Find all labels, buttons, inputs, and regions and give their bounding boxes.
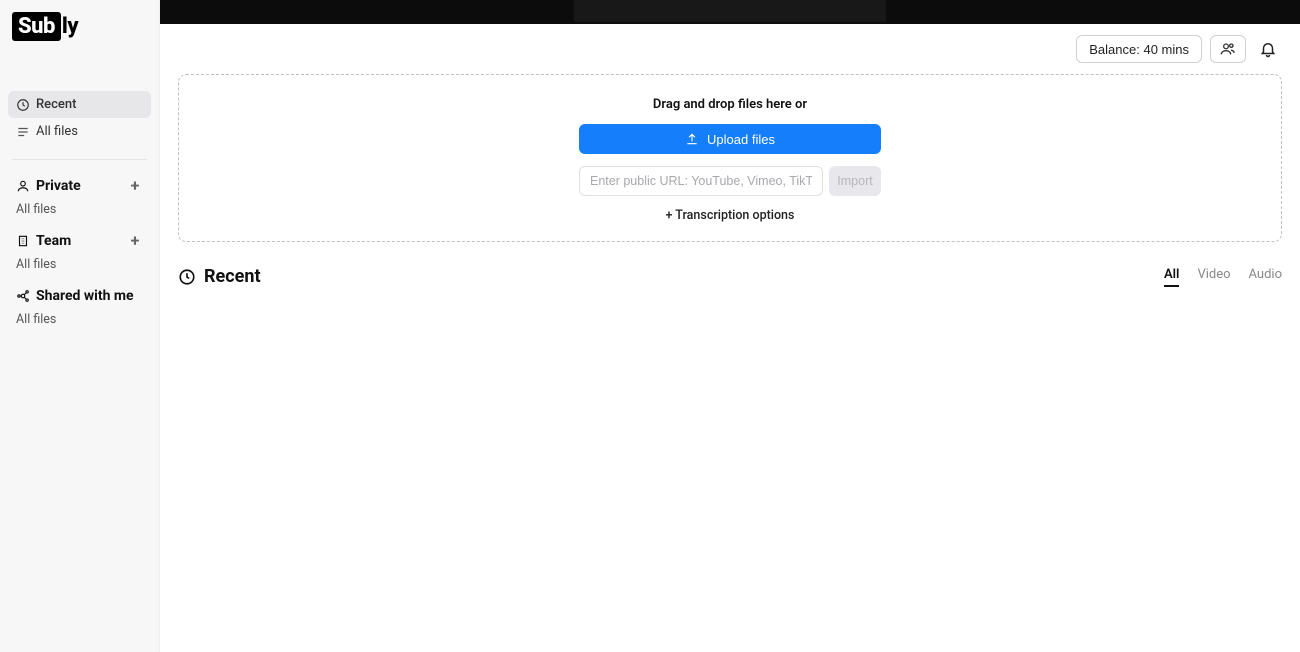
nav-recent-label: Recent [36, 97, 76, 112]
filter-tabs: All Video Audio [1164, 267, 1282, 287]
list-icon [16, 125, 30, 139]
logo[interactable]: Subly [8, 12, 151, 61]
section-team: Team + [8, 229, 151, 253]
private-all-files[interactable]: All files [8, 198, 151, 229]
add-team-button[interactable]: + [127, 233, 143, 249]
shared-all-files[interactable]: All files [8, 308, 151, 339]
url-input[interactable] [579, 166, 823, 196]
team-all-files[interactable]: All files [8, 253, 151, 284]
nav-recent[interactable]: Recent [8, 91, 151, 118]
clock-icon [178, 268, 196, 286]
section-team-label: Team [36, 233, 71, 249]
add-private-button[interactable]: + [127, 178, 143, 194]
balance-button[interactable]: Balance: 40 mins [1076, 35, 1202, 63]
filter-tab-audio[interactable]: Audio [1249, 267, 1282, 287]
topbar [160, 0, 1300, 24]
invite-users-button[interactable] [1210, 35, 1246, 63]
logo-text: ly [62, 14, 78, 39]
upload-icon [685, 132, 699, 146]
upload-files-button[interactable]: Upload files [579, 124, 881, 154]
section-shared: Shared with me [8, 284, 151, 308]
section-private-label: Private [36, 178, 81, 194]
filter-tab-video[interactable]: Video [1197, 267, 1230, 287]
section-private: Private + [8, 174, 151, 198]
notifications-button[interactable] [1254, 35, 1282, 63]
topbar-center-block [574, 0, 886, 22]
clock-icon [16, 98, 30, 112]
recent-title: Recent [178, 266, 261, 287]
url-row: Import [579, 166, 881, 196]
import-button[interactable]: Import [829, 166, 881, 196]
upload-label: Upload files [707, 132, 775, 147]
bell-icon [1259, 40, 1277, 58]
building-icon [16, 234, 30, 248]
main-content: Drag and drop files here or Upload files… [160, 74, 1300, 652]
sidebar: Subly Recent All files Private + All fil… [0, 0, 160, 652]
filter-tab-all[interactable]: All [1164, 267, 1179, 287]
user-icon [16, 179, 30, 193]
drop-text: Drag and drop files here or [653, 97, 807, 112]
logo-badge: Sub [12, 12, 61, 41]
users-icon [1220, 41, 1236, 57]
nav-all-files[interactable]: All files [8, 118, 151, 145]
recent-title-text: Recent [204, 266, 261, 287]
recent-header-row: Recent All Video Audio [178, 266, 1282, 287]
section-shared-label: Shared with me [36, 288, 134, 304]
drop-zone[interactable]: Drag and drop files here or Upload files… [178, 74, 1282, 242]
divider [12, 159, 147, 160]
nav-all-files-label: All files [36, 124, 78, 139]
header-row: Balance: 40 mins [160, 24, 1300, 74]
share-icon [16, 289, 30, 303]
transcription-options-link[interactable]: + Transcription options [666, 208, 795, 223]
